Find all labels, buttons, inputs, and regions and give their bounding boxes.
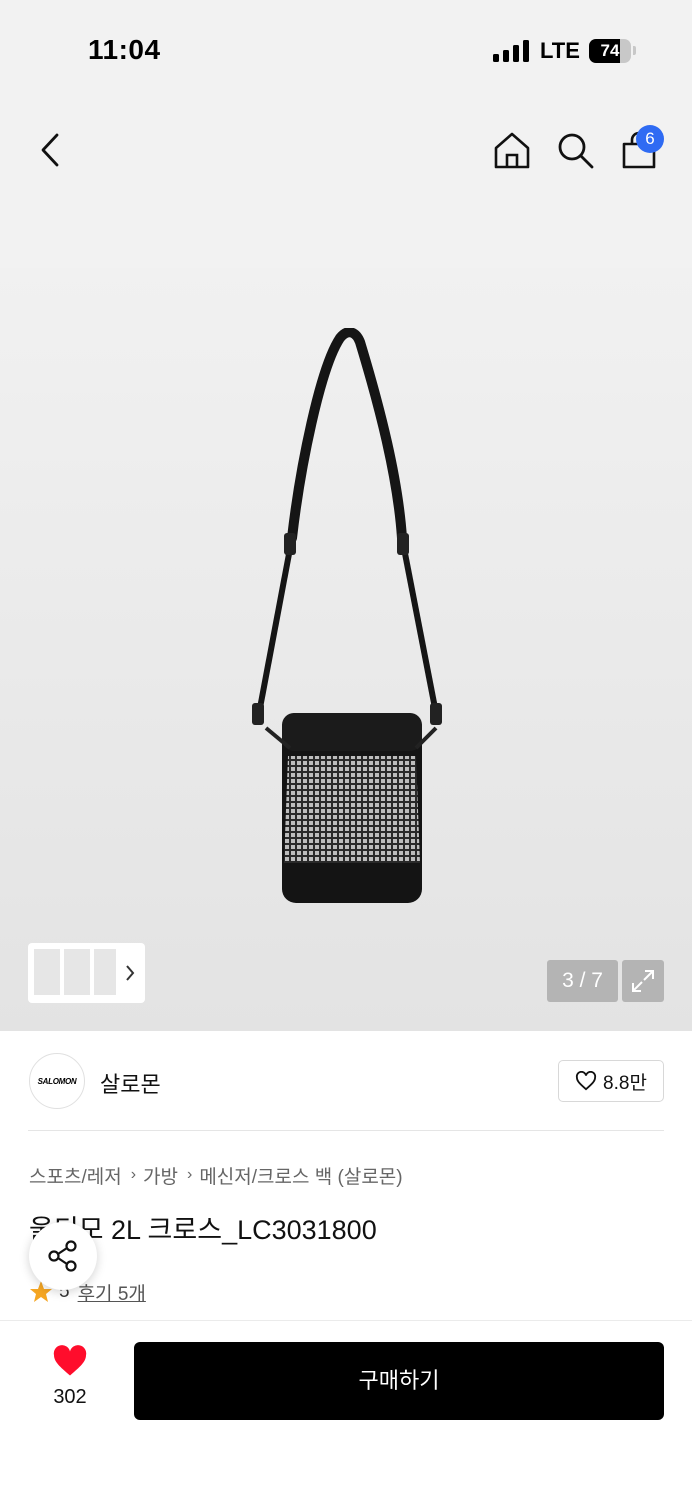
brand-like-button[interactable]: 8.8만 <box>558 1060 664 1102</box>
product-gallery[interactable]: 3 / 7 <box>0 268 692 1031</box>
thumbnail-strip[interactable] <box>28 943 145 1003</box>
breadcrumb-item-category[interactable]: 스포츠/레저 <box>29 1162 122 1189</box>
breadcrumb: 스포츠/레저 › 가방 › 메신저/크로스 백 (살로몬) <box>29 1161 403 1189</box>
thumbnail-1[interactable] <box>34 949 60 995</box>
heart-filled-icon <box>53 1345 87 1376</box>
heart-outline-icon <box>576 1071 597 1091</box>
brand-row: SALOMON 살로몬 8.8만 <box>0 1031 692 1131</box>
share-button[interactable] <box>29 1222 97 1290</box>
wishlist-count: 302 <box>53 1386 87 1408</box>
buy-button[interactable]: 구매하기 <box>134 1342 664 1420</box>
breadcrumb-item-type[interactable]: 메신저/크로스 백 (살로몬) <box>199 1162 402 1189</box>
share-icon <box>48 1240 77 1272</box>
battery-icon: 74 <box>589 39 631 63</box>
breadcrumb-item-subcategory[interactable]: 가방 <box>143 1162 178 1189</box>
reviews-link[interactable]: 후기 5개 <box>78 1279 146 1306</box>
status-time: 11:04 <box>88 34 161 65</box>
search-icon <box>558 133 594 169</box>
image-counter: 3 / 7 <box>547 960 618 1002</box>
network-type: LTE <box>540 38 580 63</box>
status-bar: 11:04 LTE 74 <box>0 0 692 100</box>
breadcrumb-separator: › <box>130 1166 137 1183</box>
cart-count-badge: 6 <box>636 125 664 153</box>
brand-logo[interactable]: SALOMON <box>29 1053 85 1109</box>
chevron-right-icon[interactable] <box>124 963 136 983</box>
home-icon <box>494 132 530 169</box>
battery-tip <box>633 46 636 55</box>
home-button[interactable] <box>490 128 534 172</box>
thumbnail-3[interactable] <box>94 949 116 995</box>
search-button[interactable] <box>553 128 597 172</box>
expand-icon <box>632 970 654 992</box>
wishlist-button[interactable]: 302 <box>38 1345 102 1409</box>
divider <box>28 1130 664 1131</box>
battery-percent: 74 <box>600 41 620 60</box>
signal-icon <box>493 40 531 62</box>
expand-button[interactable] <box>622 960 664 1002</box>
thumbnail-2[interactable] <box>64 949 90 995</box>
breadcrumb-separator: › <box>186 1166 193 1183</box>
brand-name[interactable]: 살로몬 <box>100 1067 161 1099</box>
chevron-left-icon <box>41 133 59 167</box>
back-button[interactable] <box>28 128 72 172</box>
top-nav <box>0 100 692 268</box>
brand-like-count: 8.8만 <box>603 1072 647 1094</box>
product-image[interactable] <box>230 328 460 908</box>
bottom-action-bar: 302 구매하기 <box>0 1320 692 1500</box>
